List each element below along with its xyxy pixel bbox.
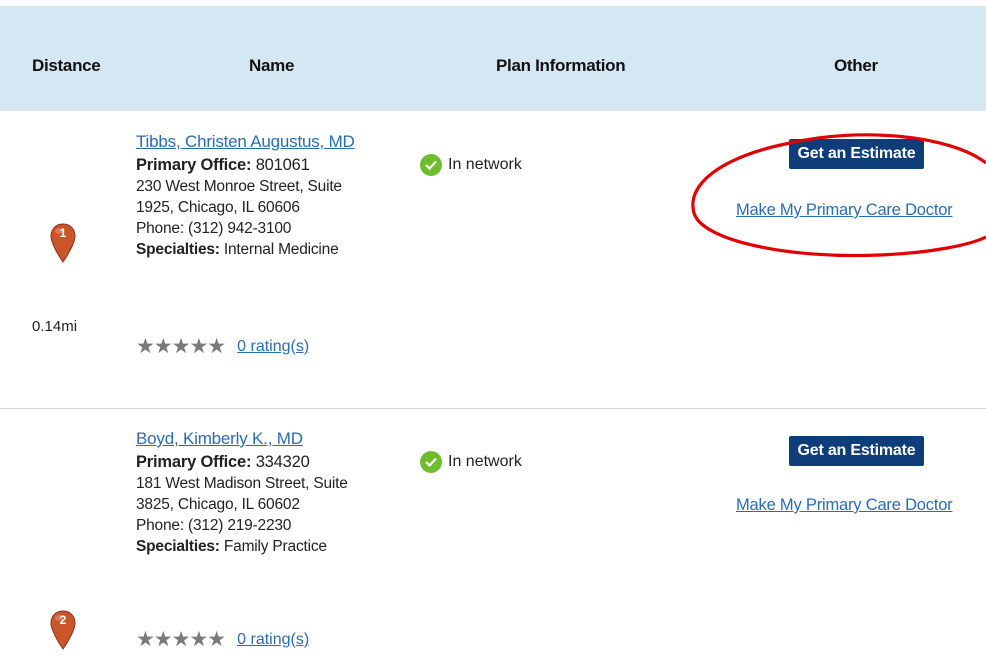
network-status-label: In network xyxy=(448,156,522,173)
address-line-2: 1925, Chicago, IL 60606 xyxy=(136,199,300,216)
address-line-1: 181 West Madison Street, Suite xyxy=(136,475,348,492)
network-status: In network xyxy=(420,451,522,473)
ratings-link[interactable]: 0 rating(s) xyxy=(237,338,309,356)
rating-block: ★★★★★ 0 rating(s) xyxy=(136,334,309,359)
provider-details: Boyd, Kimberly K., MD Primary Office: 33… xyxy=(136,428,348,557)
primary-office-id: 334320 xyxy=(255,453,310,471)
column-header-distance[interactable]: Distance xyxy=(32,56,101,76)
specialties-value: Family Practice xyxy=(223,538,327,555)
marker-number: 2 xyxy=(59,613,67,627)
provider-results-page: Distance Name Plan Information Other 1 0… xyxy=(0,0,986,662)
make-primary-care-doctor-link[interactable]: Make My Primary Care Doctor xyxy=(736,201,953,220)
primary-office-label: Primary Office: xyxy=(136,453,252,471)
check-circle-icon xyxy=(420,451,442,473)
make-primary-care-doctor-link[interactable]: Make My Primary Care Doctor xyxy=(736,496,953,515)
network-status: In network xyxy=(420,154,522,176)
provider-name-link[interactable]: Boyd, Kimberly K., MD xyxy=(136,429,303,448)
network-status-label: In network xyxy=(448,453,522,470)
column-header-other[interactable]: Other xyxy=(834,56,878,76)
row-divider xyxy=(0,408,986,409)
ratings-link[interactable]: 0 rating(s) xyxy=(237,631,309,649)
specialties-value: Internal Medicine xyxy=(223,241,339,258)
primary-office-label: Primary Office: xyxy=(136,156,252,174)
column-header-plan-information[interactable]: Plan Information xyxy=(496,56,626,76)
provider-name-link[interactable]: Tibbs, Christen Augustus, MD xyxy=(136,132,355,151)
star-icon: ★★★★★ xyxy=(136,628,226,651)
get-estimate-button[interactable]: Get an Estimate xyxy=(789,436,924,466)
distance-value: 0.14mi xyxy=(32,318,78,335)
address-line-1: 230 West Monroe Street, Suite xyxy=(136,178,342,195)
primary-office-id: 801061 xyxy=(255,156,310,174)
address-line-2: 3825, Chicago, IL 60602 xyxy=(136,496,300,513)
star-icon: ★★★★★ xyxy=(136,335,226,358)
check-circle-icon xyxy=(420,154,442,176)
column-header-name[interactable]: Name xyxy=(249,56,294,76)
specialties-label: Specialties: xyxy=(136,241,220,258)
phone-number: Phone: (312) 942-3100 xyxy=(136,220,292,237)
results-table-header: Distance Name Plan Information Other xyxy=(0,6,986,111)
get-estimate-button[interactable]: Get an Estimate xyxy=(789,139,924,169)
provider-details: Tibbs, Christen Augustus, MD Primary Off… xyxy=(136,131,355,260)
specialties-label: Specialties: xyxy=(136,538,220,555)
rating-block: ★★★★★ 0 rating(s) xyxy=(136,627,309,652)
phone-number: Phone: (312) 219-2230 xyxy=(136,517,292,534)
marker-number: 1 xyxy=(59,226,67,240)
